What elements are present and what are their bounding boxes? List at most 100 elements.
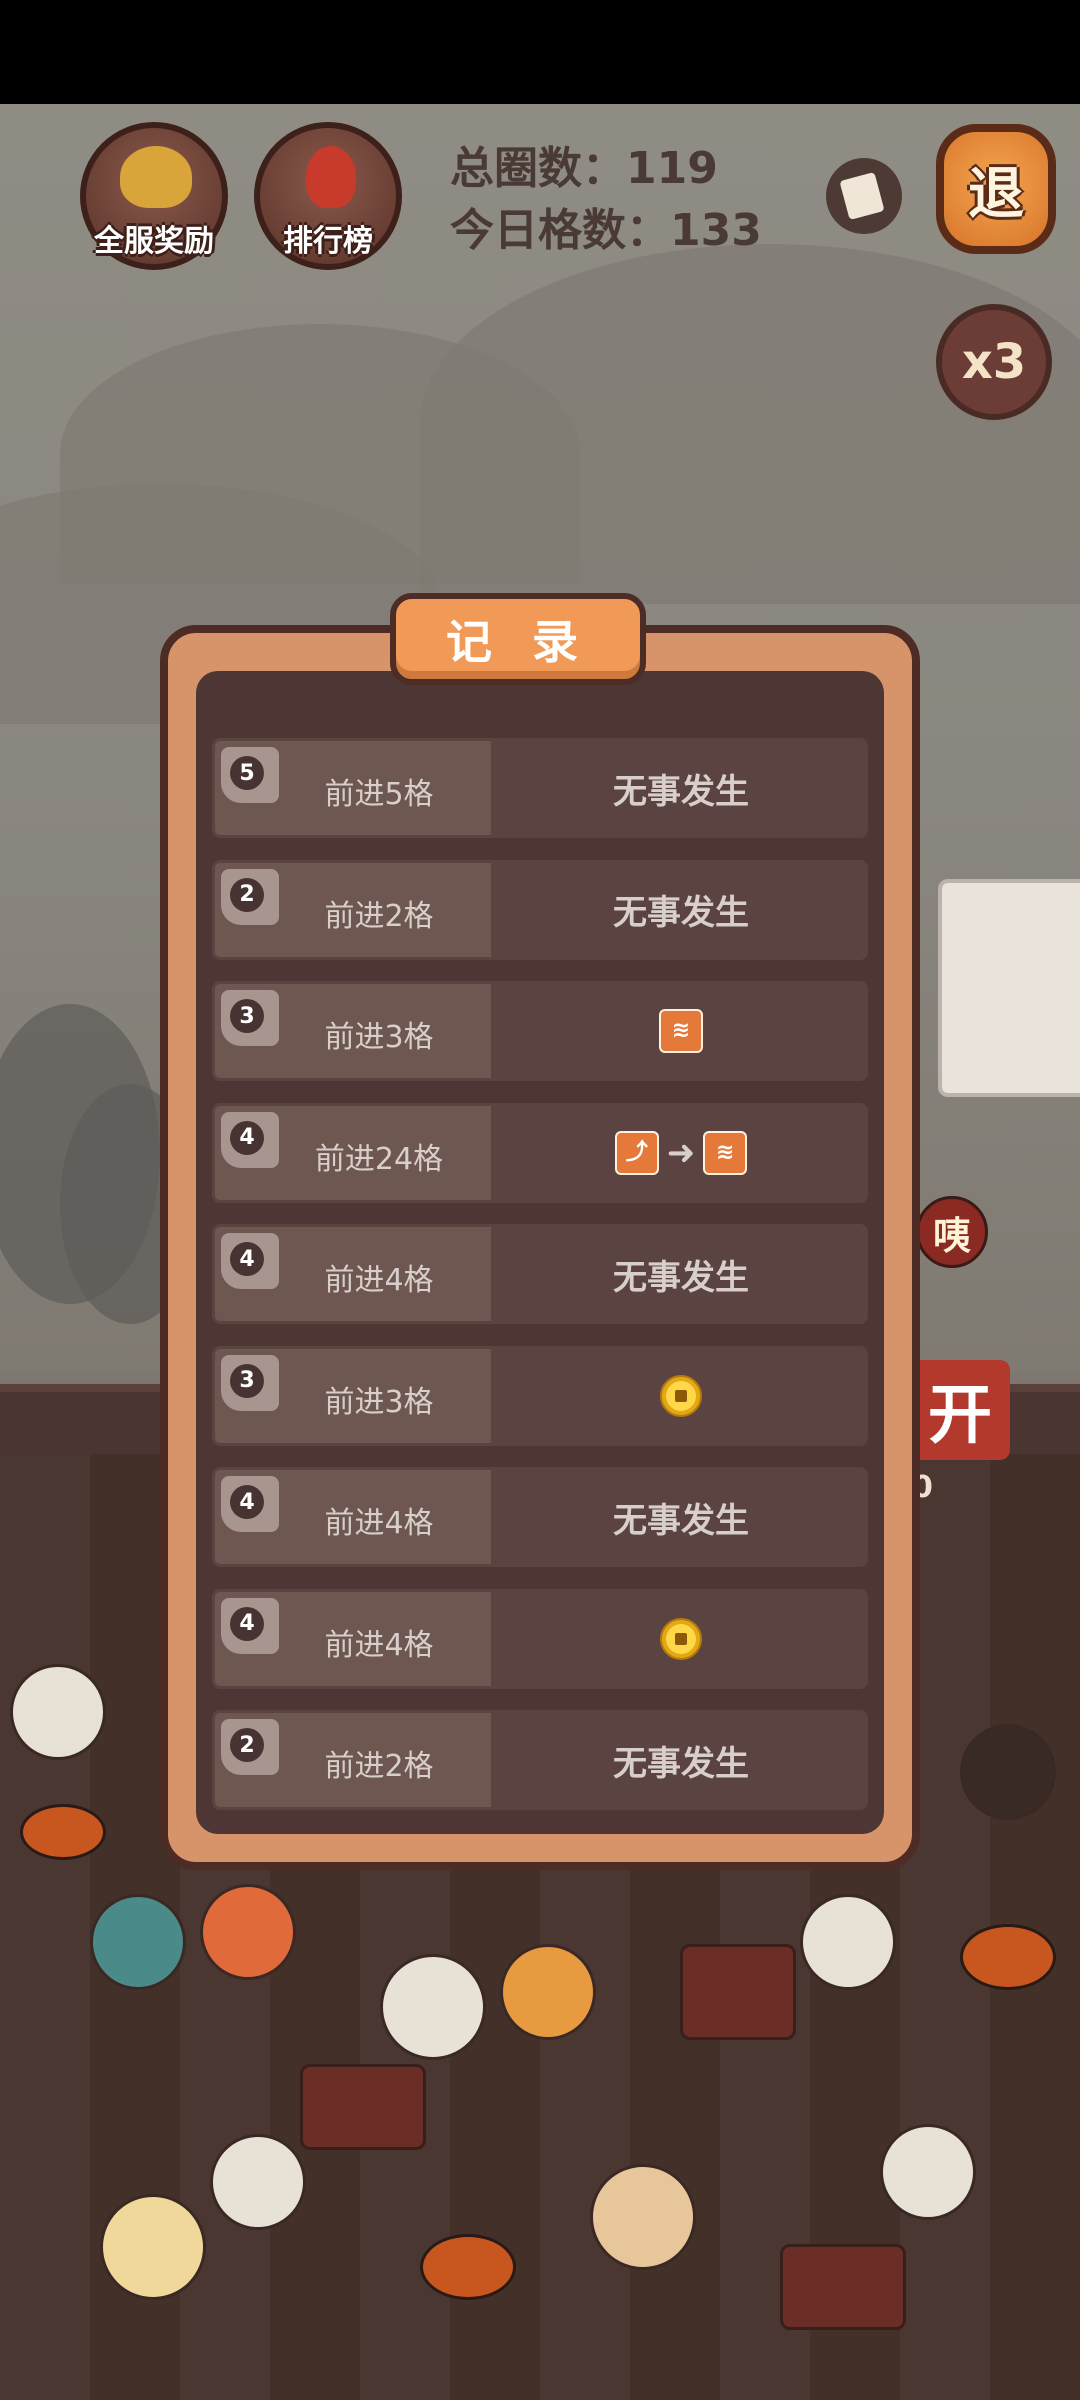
mountain-bg	[420, 244, 1080, 604]
dice-icon: 2	[221, 1719, 279, 1775]
record-row: 4 前进4格 无事发生	[212, 1467, 868, 1567]
leaderboard-button[interactable]: 排行榜	[254, 122, 402, 270]
counter-table	[300, 2064, 426, 2150]
record-result: 无事发生	[494, 1710, 868, 1810]
record-note-button[interactable]	[826, 158, 902, 234]
exit-button[interactable]: 退	[936, 124, 1056, 254]
stats-panel: 总圈数：119 今日格数：133	[450, 138, 762, 262]
record-result: 无事发生	[494, 1224, 868, 1324]
record-result-text: 无事发生	[613, 893, 749, 933]
treasure-pot-icon	[120, 146, 192, 208]
total-laps-label: 总圈数：	[450, 143, 626, 194]
today-steps-value: 133	[670, 205, 762, 256]
dice-icon: 4	[221, 1233, 279, 1289]
today-steps-row: 今日格数：133	[450, 200, 762, 262]
dice-icon: 3	[221, 1354, 279, 1411]
dice-icon: 2	[221, 868, 279, 925]
tile-icon: ≋	[659, 1009, 703, 1053]
record-move-label: 前进3格	[324, 1020, 434, 1055]
npc-character	[90, 1894, 186, 1990]
record-move-label: 前进3格	[324, 1384, 434, 1420]
shop-banner	[938, 879, 1080, 1097]
record-row: 3 前进3格 ≋	[212, 981, 868, 1081]
record-move-label: 前进2格	[324, 1749, 434, 1784]
npc-character	[210, 2134, 306, 2230]
record-row: 2 前进2格 无事发生	[212, 859, 868, 960]
record-row: 3 前进3格	[212, 1345, 868, 1446]
record-result: 无事发生	[494, 859, 868, 960]
record-move-label: 前进2格	[324, 898, 434, 934]
record-move: 4 前进4格	[212, 1467, 494, 1567]
record-result-text: 无事发生	[613, 1743, 749, 1784]
record-row: 4 前进4格	[212, 1588, 868, 1689]
record-result	[494, 1345, 868, 1446]
cooking-pot	[20, 1804, 106, 1860]
arrow-icon: ➜	[666, 1132, 696, 1173]
record-result-text: 无事发生	[613, 771, 749, 812]
tile-icon: ≋	[703, 1130, 748, 1175]
record-move: 3 前进3格	[212, 981, 494, 1081]
cooking-pot	[960, 1924, 1056, 1990]
record-row: 2 前进2格 无事发生	[212, 1710, 868, 1810]
record-move-label: 前进4格	[324, 1627, 434, 1663]
dice-number: 2	[230, 1728, 264, 1762]
dialog-title: 记 录	[390, 593, 646, 685]
server-reward-button[interactable]: 全服奖励	[80, 122, 228, 270]
dice-number: 2	[230, 877, 264, 912]
dice-number: 5	[230, 756, 264, 790]
record-result-text: 无事发生	[613, 1500, 749, 1541]
coin-icon	[660, 1374, 702, 1417]
npc-character	[960, 1724, 1056, 1820]
shortcut-tile-icon: ⤴	[614, 1130, 659, 1175]
record-move: 3 前进3格	[212, 1345, 494, 1446]
dice-number: 4	[230, 1120, 264, 1155]
record-move-label: 前进24格	[314, 1141, 444, 1177]
dice-icon: 3	[221, 990, 279, 1046]
server-reward-label: 全服奖励	[94, 224, 214, 259]
record-result: ≋	[494, 981, 868, 1081]
trophy-person-icon	[306, 146, 356, 208]
record-result: 无事发生	[494, 1467, 868, 1567]
coin-icon	[660, 1617, 702, 1660]
record-move-label: 前进5格	[324, 777, 434, 812]
dice-icon: 4	[221, 1597, 279, 1654]
npc-character	[380, 1954, 486, 2060]
counter-table	[780, 2244, 906, 2330]
side-sign: 开	[910, 1360, 1010, 1460]
record-move: 4 前进24格	[212, 1102, 494, 1203]
dice-icon: 4	[221, 1111, 279, 1168]
npc-character	[10, 1664, 106, 1760]
record-move: 2 前进2格	[212, 1710, 494, 1810]
dice-icon: 5	[221, 747, 279, 803]
total-laps-row: 总圈数：119	[450, 138, 762, 200]
side-tag: 咦	[916, 1196, 988, 1268]
note-icon	[839, 172, 885, 220]
record-move: 4 前进4格	[212, 1588, 494, 1689]
record-result-text: 无事发生	[613, 1257, 749, 1298]
speed-button[interactable]: x3	[936, 304, 1052, 420]
record-move-label: 前进4格	[324, 1506, 434, 1541]
record-move: 5 前进5格	[212, 738, 494, 838]
leaderboard-label: 排行榜	[283, 224, 373, 259]
dice-number: 4	[230, 1606, 264, 1641]
record-result	[494, 1588, 868, 1689]
counter-table	[680, 1944, 796, 2040]
record-result: ⤴ ➜ ≋	[494, 1102, 868, 1203]
record-row: 5 前进5格 无事发生	[212, 738, 868, 838]
cooking-pot	[420, 2234, 516, 2300]
npc-character	[200, 1884, 296, 1980]
dice-number: 3	[230, 1363, 264, 1398]
dice-number: 4	[230, 1485, 264, 1519]
record-move: 4 前进4格	[212, 1224, 494, 1324]
npc-character	[590, 2164, 696, 2270]
record-result: 无事发生	[494, 738, 868, 838]
npc-character	[880, 2124, 976, 2220]
status-bar	[0, 0, 1080, 104]
record-row: 4 前进4格 无事发生	[212, 1224, 868, 1324]
record-row: 4 前进24格 ⤴ ➜ ≋	[212, 1102, 868, 1203]
record-move: 2 前进2格	[212, 859, 494, 960]
dice-number: 4	[230, 1242, 264, 1276]
dice-number: 3	[230, 999, 264, 1033]
record-move-label: 前进4格	[324, 1263, 434, 1298]
total-laps-value: 119	[626, 143, 718, 194]
